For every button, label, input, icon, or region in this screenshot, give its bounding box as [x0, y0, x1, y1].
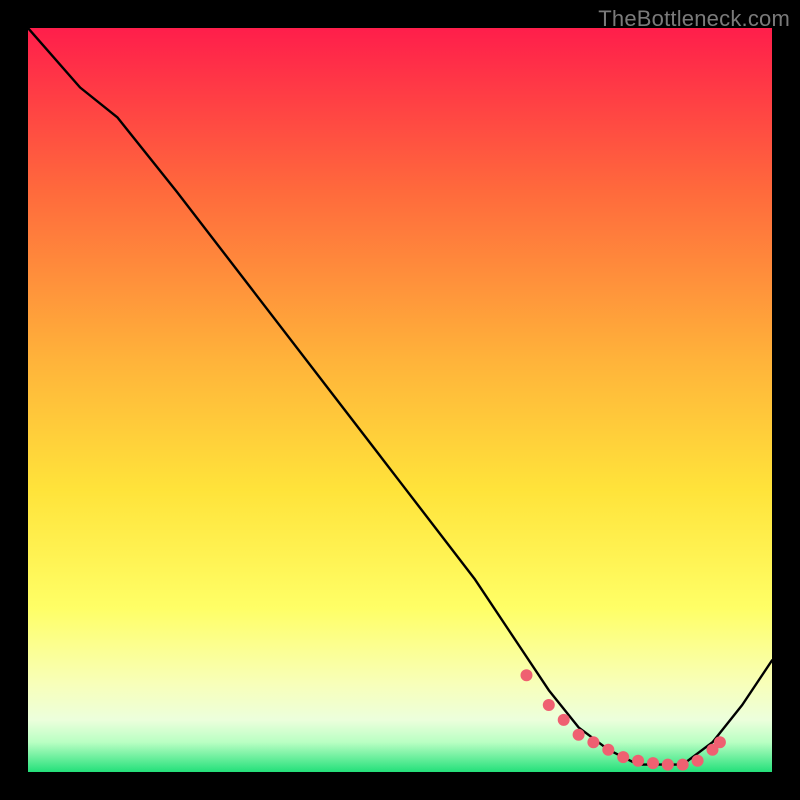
marker-point [543, 699, 555, 711]
marker-point [662, 759, 674, 771]
marker-point [573, 729, 585, 741]
marker-point [677, 759, 689, 771]
marker-point [521, 669, 533, 681]
marker-point [617, 751, 629, 763]
chart-frame [28, 28, 772, 772]
marker-point [692, 755, 704, 767]
marker-point [587, 736, 599, 748]
marker-point [602, 744, 614, 756]
gradient-background [28, 28, 772, 772]
chart-svg [28, 28, 772, 772]
marker-point [632, 755, 644, 767]
watermark-text: TheBottleneck.com [598, 6, 790, 32]
marker-point [647, 757, 659, 769]
marker-point [558, 714, 570, 726]
marker-point [714, 736, 726, 748]
